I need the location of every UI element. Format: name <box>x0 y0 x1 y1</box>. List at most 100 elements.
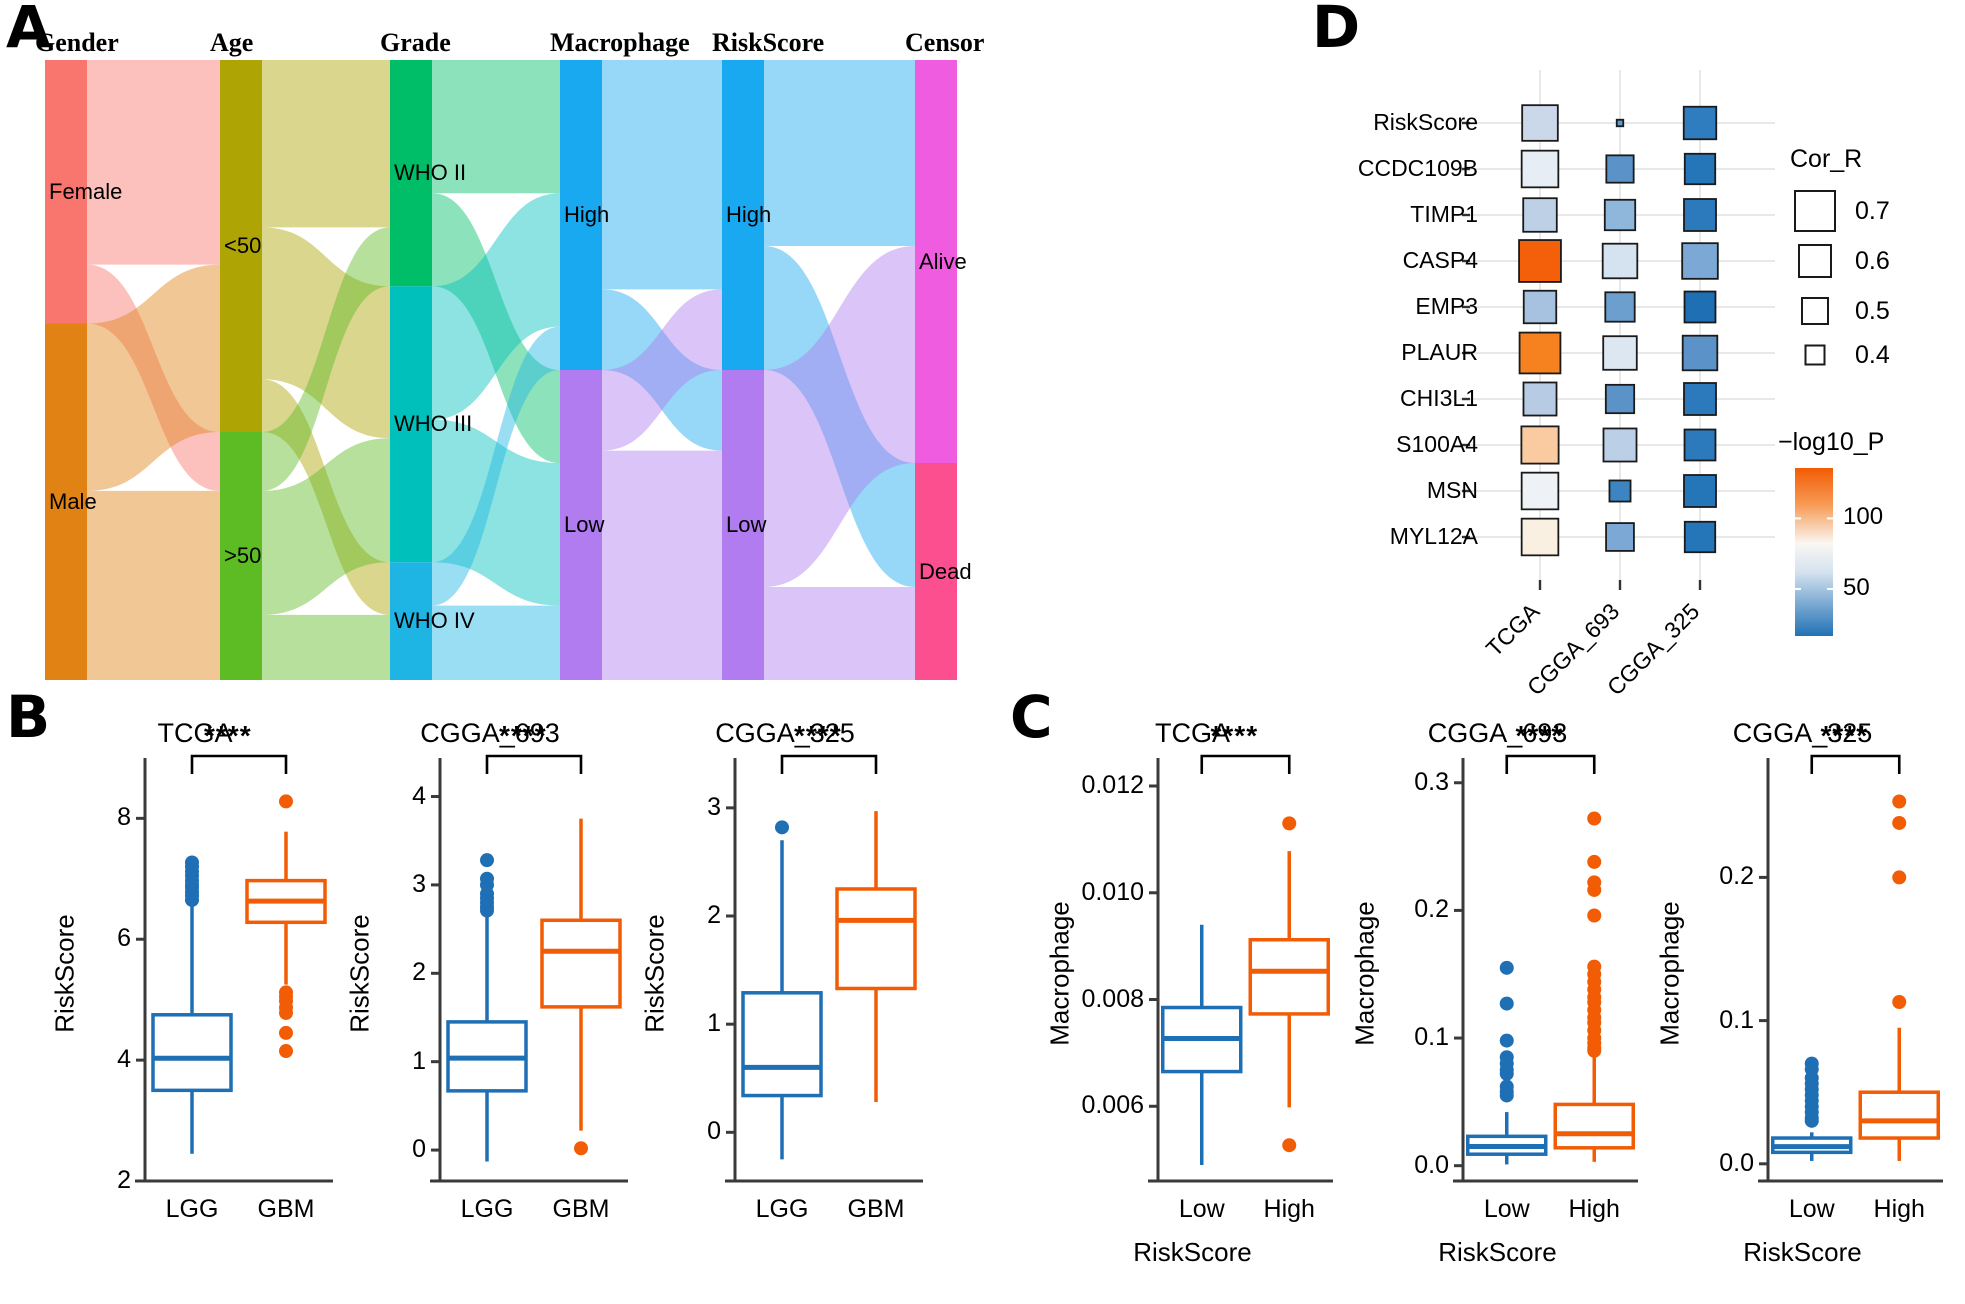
x-tick-label: GBM <box>552 1195 610 1223</box>
outlier-point <box>775 820 789 835</box>
dotplot-cell[interactable] <box>1605 154 1635 184</box>
dotplot-cell[interactable] <box>1681 242 1719 280</box>
dotplot-panel: RiskScore CCDC109B TIMP1 CASP4 EMP3 PLAUR CHI3… <box>1250 0 1965 700</box>
outlier-point <box>1499 1066 1514 1081</box>
boxplot-title: TCGA <box>1154 718 1230 748</box>
dotplot-cell[interactable] <box>1521 104 1559 142</box>
sankey-node-label: <50 <box>224 233 262 258</box>
dotplot-cell[interactable] <box>1683 198 1717 232</box>
outlier-point <box>480 853 494 868</box>
dotplot-cell[interactable] <box>1602 335 1638 371</box>
sankey-link <box>262 614 390 680</box>
dotplot-cell[interactable] <box>1683 152 1717 186</box>
y-axis-label: Macrophage <box>1044 900 1075 1046</box>
boxplot-box[interactable] <box>741 820 823 1160</box>
dotplot-y-tick: RiskScore <box>1373 109 1478 135</box>
sankey-node-label: Female <box>49 178 123 204</box>
dotplot-cell[interactable] <box>1520 149 1560 189</box>
dotplot-cell[interactable] <box>1682 105 1718 141</box>
boxplot-box[interactable] <box>1858 794 1940 1161</box>
sankey-column-title: Age <box>210 28 254 57</box>
x-tick-label: GBM <box>257 1195 315 1223</box>
significance-bracket <box>1810 754 1901 774</box>
boxplot-box[interactable] <box>1248 816 1330 1153</box>
dotplot-y-tick: EMP3 <box>1415 293 1478 319</box>
y-tick-label: 0.006 <box>1081 1091 1144 1120</box>
dotplot-cell[interactable] <box>1601 242 1639 280</box>
y-axis-label: RiskScore <box>639 913 670 1033</box>
dotplot-cell[interactable] <box>1520 425 1560 465</box>
significance-label: **** <box>204 720 252 751</box>
significance-bracket <box>1505 754 1596 774</box>
dotplot-cell[interactable] <box>1683 428 1717 462</box>
sankey-column-title: Macrophage <box>550 28 690 57</box>
outlier-point <box>1499 1088 1514 1103</box>
dotplot-y-tick: PLAUR <box>1401 339 1478 365</box>
dotplot-cell[interactable] <box>1615 118 1625 128</box>
boxplot-box[interactable] <box>1466 960 1548 1165</box>
significance-bracket <box>1200 754 1291 774</box>
sankey-node-label: High <box>726 202 772 227</box>
sankey-svg <box>45 60 957 680</box>
sankey-link <box>87 490 220 680</box>
legend-size-swatch <box>1794 190 1836 232</box>
panel-letter-b: B <box>6 683 51 751</box>
boxplot-b-cgga325: CGGA_325 0 1 2 3 RiskScore LGG GBM **** <box>635 700 935 1299</box>
sankey-node-label: Alive <box>919 248 967 274</box>
sankey-node-label: Dead <box>919 558 972 584</box>
sankey-node-label: >50 <box>224 543 262 568</box>
dotplot-cell[interactable] <box>1518 331 1562 375</box>
dotplot-cell[interactable] <box>1522 381 1558 417</box>
x-axis-label: RiskScore <box>1743 1237 1862 1267</box>
boxplot-box[interactable] <box>540 818 622 1156</box>
colorbar-tick-label: 50 <box>1843 573 1870 601</box>
x-tick-label: High <box>1568 1195 1620 1223</box>
dotplot-cell[interactable] <box>1603 198 1637 232</box>
dotplot-cell[interactable] <box>1520 471 1560 511</box>
y-axis-label: Macrophage <box>1349 900 1380 1046</box>
outlier-point <box>1892 994 1907 1009</box>
boxplot-box[interactable] <box>835 811 917 1103</box>
outlier-point <box>1499 1033 1514 1048</box>
boxplot-box[interactable] <box>1161 924 1243 1165</box>
boxplot-box[interactable] <box>1771 1056 1853 1161</box>
dotplot-cell[interactable] <box>1683 520 1717 554</box>
dotplot-cell[interactable] <box>1604 291 1636 323</box>
dotplot-cell[interactable] <box>1683 474 1717 508</box>
dotplot-cell[interactable] <box>1683 382 1717 416</box>
y-tick-label: 4 <box>412 781 426 810</box>
sankey-link <box>764 587 915 680</box>
outlier-point <box>1892 815 1907 830</box>
outlier-point <box>1587 908 1602 923</box>
boxplot-box[interactable] <box>245 794 327 1059</box>
sankey-node-label: High <box>564 202 610 227</box>
y-axis-label: RiskScore <box>344 913 375 1033</box>
significance-label: **** <box>1820 720 1869 751</box>
legend-size-swatch <box>1801 297 1829 325</box>
dotplot-cell[interactable] <box>1683 290 1717 324</box>
x-tick-label: High <box>1263 1195 1315 1223</box>
dotplot-cell[interactable] <box>1608 479 1632 503</box>
boxplot-box[interactable] <box>446 853 528 1162</box>
y-tick-label: 0.0 <box>1414 1150 1449 1179</box>
boxplot-box[interactable] <box>151 855 233 1154</box>
outlier-point <box>1499 996 1514 1011</box>
sankey-node-label: Male <box>49 488 97 514</box>
dotplot-cell[interactable] <box>1518 239 1562 283</box>
x-axis-label: RiskScore <box>1438 1237 1557 1267</box>
boxplot-box[interactable] <box>1553 811 1635 1162</box>
dotplot-cell[interactable] <box>1522 289 1558 325</box>
significance-bracket <box>190 754 288 774</box>
dotplot-cell[interactable] <box>1681 334 1719 372</box>
sankey-link <box>87 60 220 265</box>
dotplot-cell[interactable] <box>1602 427 1638 463</box>
outlier-point <box>1499 960 1514 975</box>
y-tick-label: 8 <box>117 803 131 832</box>
legend-size-value: 0.5 <box>1855 297 1890 325</box>
dotplot-cell[interactable] <box>1522 197 1558 233</box>
dotplot-cell[interactable] <box>1520 517 1560 557</box>
legend-size-swatch <box>1804 344 1826 366</box>
legend-title-cor-r: Cor_R <box>1790 145 1863 173</box>
dotplot-cell[interactable] <box>1605 522 1635 552</box>
dotplot-cell[interactable] <box>1604 383 1636 415</box>
